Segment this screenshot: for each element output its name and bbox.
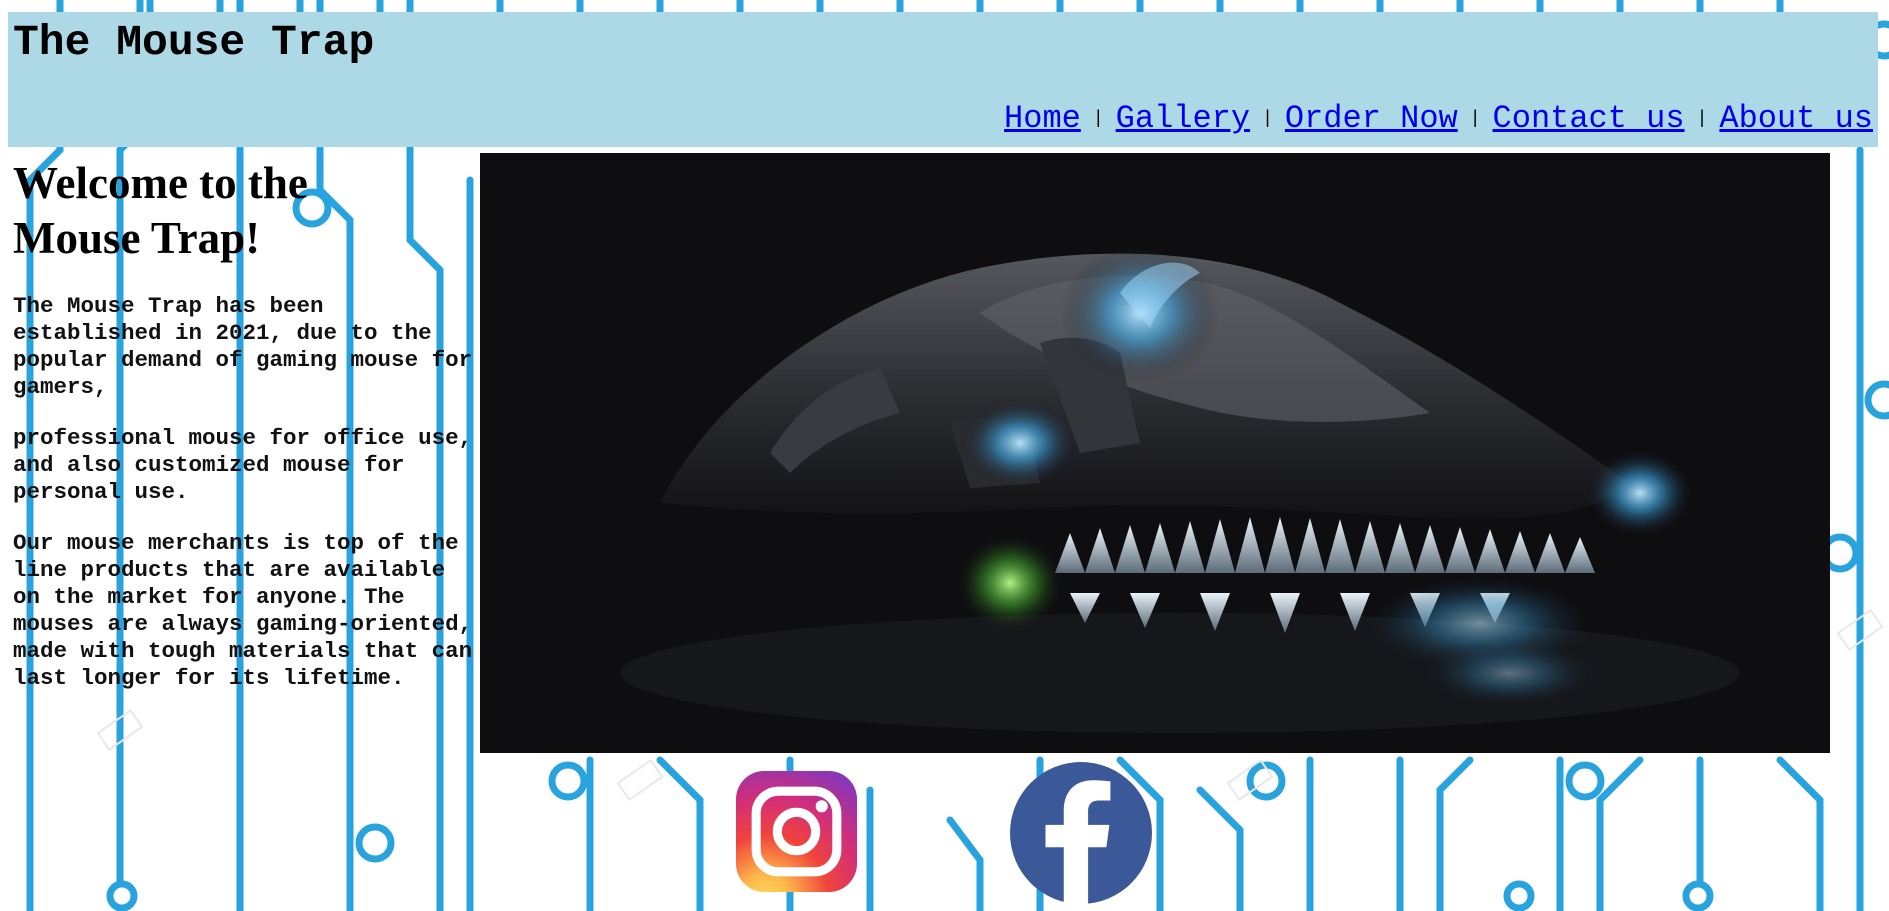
site-title: The Mouse Trap [13, 18, 375, 67]
nav-separator: | [1469, 108, 1481, 129]
nav-link-about-us[interactable]: About us [1719, 100, 1873, 137]
nav-link-order-now[interactable]: Order Now [1285, 100, 1458, 137]
monster-gaming-mouse-image [480, 153, 1830, 753]
intro-paragraph: Our mouse merchants is top of the line p… [13, 530, 473, 691]
instagram-icon [736, 771, 857, 892]
site-header: The Mouse Trap Home | Gallery | Order Now | Co… [8, 12, 1878, 147]
intro-text: The Mouse Trap has been established in 2… [13, 293, 473, 716]
nav-link-home[interactable]: Home [1004, 100, 1081, 137]
welcome-heading: Welcome to the Mouse Trap! [13, 158, 308, 263]
nav-link-gallery[interactable]: Gallery [1116, 100, 1250, 137]
facebook-link[interactable] [1010, 762, 1152, 904]
nav-separator: | [1696, 108, 1708, 129]
nav-separator: | [1262, 108, 1273, 129]
nav-link-contact-us[interactable]: Contact us [1493, 100, 1685, 137]
facebook-icon [1010, 762, 1152, 904]
instagram-link[interactable] [736, 771, 857, 892]
intro-paragraph: The Mouse Trap has been established in 2… [13, 293, 473, 400]
intro-paragraph: professional mouse for office use, and a… [13, 425, 473, 505]
main-nav: Home | Gallery | Order Now | Contact us | About … [1004, 100, 1873, 137]
nav-separator: | [1092, 108, 1104, 129]
page: The Mouse Trap Home | Gallery | Order Now | Co… [0, 0, 1889, 911]
